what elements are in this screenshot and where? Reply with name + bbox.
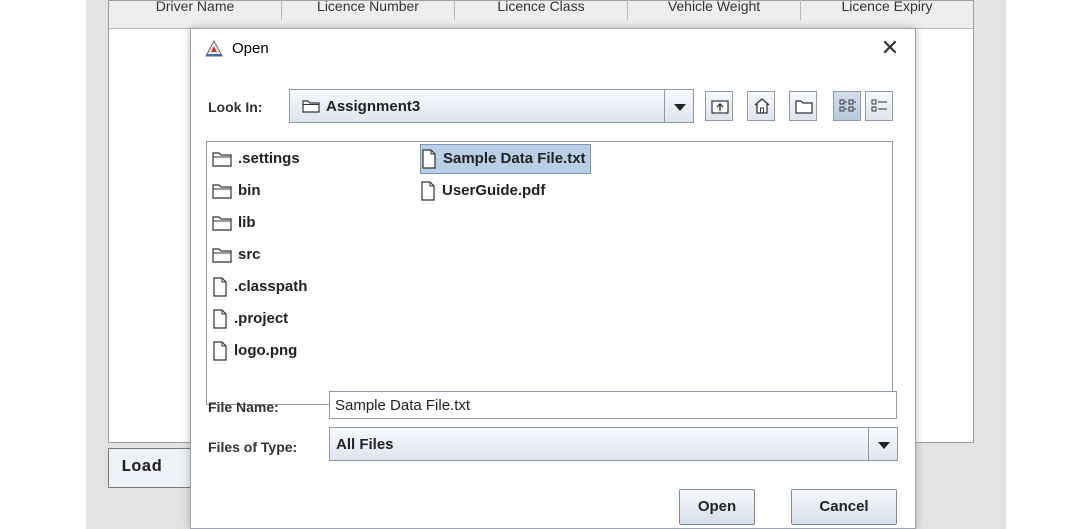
list-item-label: UserGuide.pdf bbox=[442, 182, 546, 199]
files-of-type-dropdown-button[interactable] bbox=[868, 427, 898, 461]
list-item-label: bin bbox=[238, 182, 261, 199]
new-folder-button[interactable] bbox=[789, 91, 817, 121]
list-item[interactable]: .settings bbox=[212, 144, 300, 174]
file-icon bbox=[421, 149, 443, 169]
column-header-licence-number[interactable]: Licence Number bbox=[282, 0, 455, 20]
folder-icon bbox=[212, 215, 238, 231]
open-dialog: Open ✕ Look In: Assignment3 .settings bi… bbox=[190, 28, 916, 529]
folder-icon bbox=[302, 100, 320, 113]
java-app-icon bbox=[205, 39, 223, 57]
new-folder-icon bbox=[795, 100, 813, 114]
list-item-label: src bbox=[238, 246, 261, 263]
close-button[interactable]: ✕ bbox=[877, 35, 903, 61]
list-item-label: lib bbox=[238, 214, 256, 231]
file-icon bbox=[420, 181, 442, 201]
details-view-icon bbox=[871, 99, 887, 112]
list-item[interactable]: lib bbox=[212, 208, 256, 238]
files-of-type-label: Files of Type: bbox=[208, 439, 298, 455]
files-of-type-value: All Files bbox=[336, 436, 394, 453]
list-item[interactable]: UserGuide.pdf bbox=[420, 176, 545, 206]
up-one-level-button[interactable] bbox=[705, 91, 733, 121]
close-icon: ✕ bbox=[880, 35, 900, 60]
dialog-title: Open bbox=[232, 40, 269, 57]
list-item[interactable]: .project bbox=[212, 304, 288, 334]
look-in-value: Assignment3 bbox=[326, 98, 421, 115]
look-in-combo[interactable]: Assignment3 bbox=[289, 89, 683, 123]
file-list[interactable]: .settings bin lib src .classpath .project logo… bbox=[206, 141, 893, 405]
column-header-licence-expiry[interactable]: Licence Expiry bbox=[801, 0, 973, 20]
look-in-label: Look In: bbox=[208, 99, 263, 115]
list-item[interactable]: .classpath bbox=[212, 272, 307, 302]
list-item[interactable]: logo.png bbox=[212, 336, 297, 366]
list-item-label: .settings bbox=[238, 150, 300, 167]
home-icon bbox=[754, 98, 770, 114]
cancel-button[interactable]: Cancel bbox=[791, 489, 897, 525]
folder-icon bbox=[212, 183, 238, 199]
details-view-button[interactable] bbox=[865, 91, 893, 121]
file-icon bbox=[212, 277, 234, 297]
chevron-down-icon bbox=[674, 104, 686, 111]
folder-icon bbox=[212, 151, 238, 167]
dialog-titlebar: Open ✕ bbox=[191, 29, 915, 67]
list-item-label: Sample Data File.txt bbox=[443, 150, 586, 167]
list-item-label: .project bbox=[234, 310, 289, 327]
list-item[interactable]: Sample Data File.txt bbox=[420, 144, 591, 174]
list-view-icon bbox=[839, 99, 856, 112]
list-item-label: logo.png bbox=[234, 342, 298, 359]
up-folder-icon bbox=[711, 100, 729, 114]
file-name-input[interactable] bbox=[329, 391, 897, 419]
column-header-licence-class[interactable]: Licence Class bbox=[455, 0, 628, 20]
chevron-down-icon bbox=[878, 442, 890, 449]
home-button[interactable] bbox=[747, 91, 775, 121]
list-view-button[interactable] bbox=[833, 91, 861, 121]
list-item[interactable]: src bbox=[212, 240, 261, 270]
files-of-type-combo[interactable]: All Files bbox=[329, 427, 869, 461]
file-icon bbox=[212, 341, 234, 361]
file-name-label: File Name: bbox=[208, 399, 279, 415]
table-header: Driver Name Licence Number Licence Class… bbox=[109, 0, 973, 29]
background-margin-right bbox=[1006, 0, 1070, 529]
list-item-label: .classpath bbox=[234, 278, 308, 295]
column-header-driver-name[interactable]: Driver Name bbox=[109, 0, 282, 20]
list-item[interactable]: bin bbox=[212, 176, 261, 206]
look-in-dropdown-button[interactable] bbox=[664, 89, 694, 123]
file-icon bbox=[212, 309, 234, 329]
background-margin-left bbox=[0, 0, 86, 529]
column-header-vehicle-weight[interactable]: Vehicle Weight bbox=[628, 0, 801, 20]
open-button[interactable]: Open bbox=[679, 489, 755, 525]
folder-icon bbox=[212, 247, 238, 263]
